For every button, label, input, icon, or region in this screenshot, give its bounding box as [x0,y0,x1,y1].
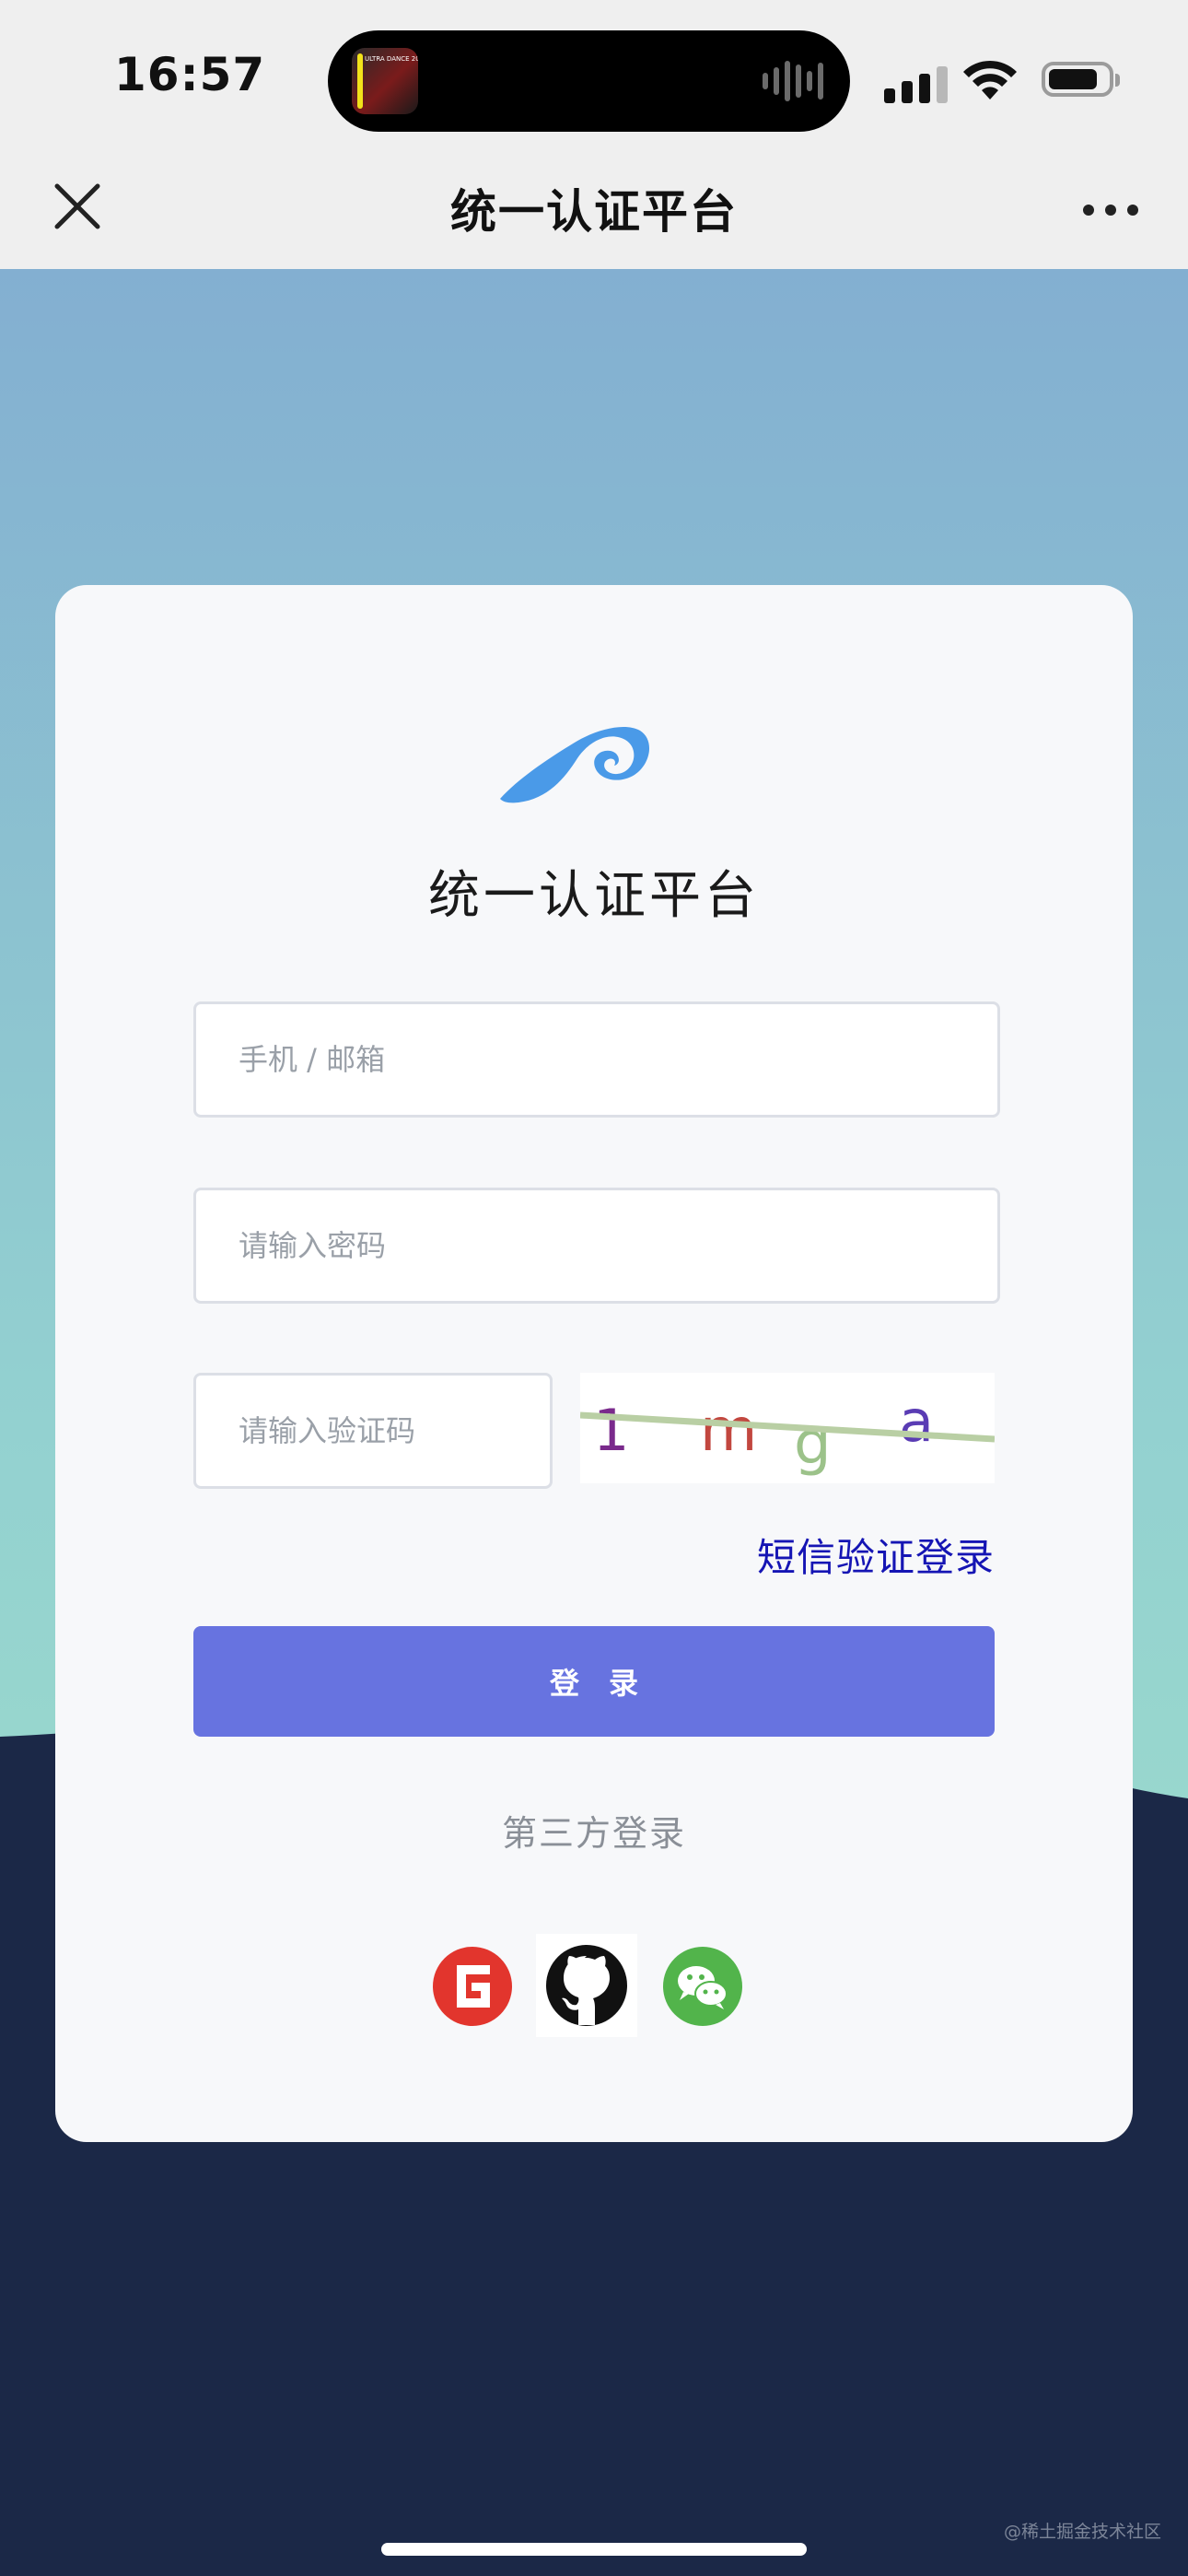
captcha-input[interactable] [193,1373,553,1489]
page-title: 统一认证平台 [450,185,738,239]
wave-logo-icon [500,726,650,803]
status-bar: 16:57 ULTRA DANCE 2019 [0,0,1188,157]
third-party-login-label: 第三方登录 [501,1813,686,1854]
nav-bar: 统一认证平台 [0,157,1188,269]
login-button[interactable]: 登 录 [193,1626,995,1737]
sms-login-link[interactable]: 短信验证登录 [757,1527,995,1583]
captcha-image[interactable]: 1 m g a [580,1373,995,1483]
watermark: @稀土掘金技术社区 [1004,2522,1162,2542]
audio-waveform-icon [763,60,823,102]
status-time: 16:57 [114,48,266,101]
captcha-char: g [794,1410,832,1478]
now-playing-artwork[interactable]: ULTRA DANCE 2019 [352,48,418,114]
wechat-icon[interactable] [663,1947,742,2026]
account-input[interactable] [193,1001,1000,1118]
home-indicator[interactable] [381,2543,807,2556]
gitee-icon[interactable] [433,1947,512,2026]
now-playing-artwork-text: ULTRA DANCE 2019 [365,55,418,63]
cellular-signal-icon [884,66,948,103]
captcha-char: 1 [593,1397,629,1464]
dynamic-island[interactable]: ULTRA DANCE 2019 [328,30,850,132]
github-icon[interactable] [536,1934,637,2037]
captcha-char: a [899,1388,934,1455]
captcha-char: m [700,1397,757,1465]
battery-icon [1042,62,1120,97]
more-options-icon[interactable] [1076,177,1149,232]
password-input[interactable] [193,1188,1000,1304]
card-title: 统一认证平台 [428,866,760,926]
wifi-icon [963,60,1017,100]
login-card: 统一认证平台 1 m g a 短信验证登录 登 录 第三方登录 [55,585,1133,2142]
